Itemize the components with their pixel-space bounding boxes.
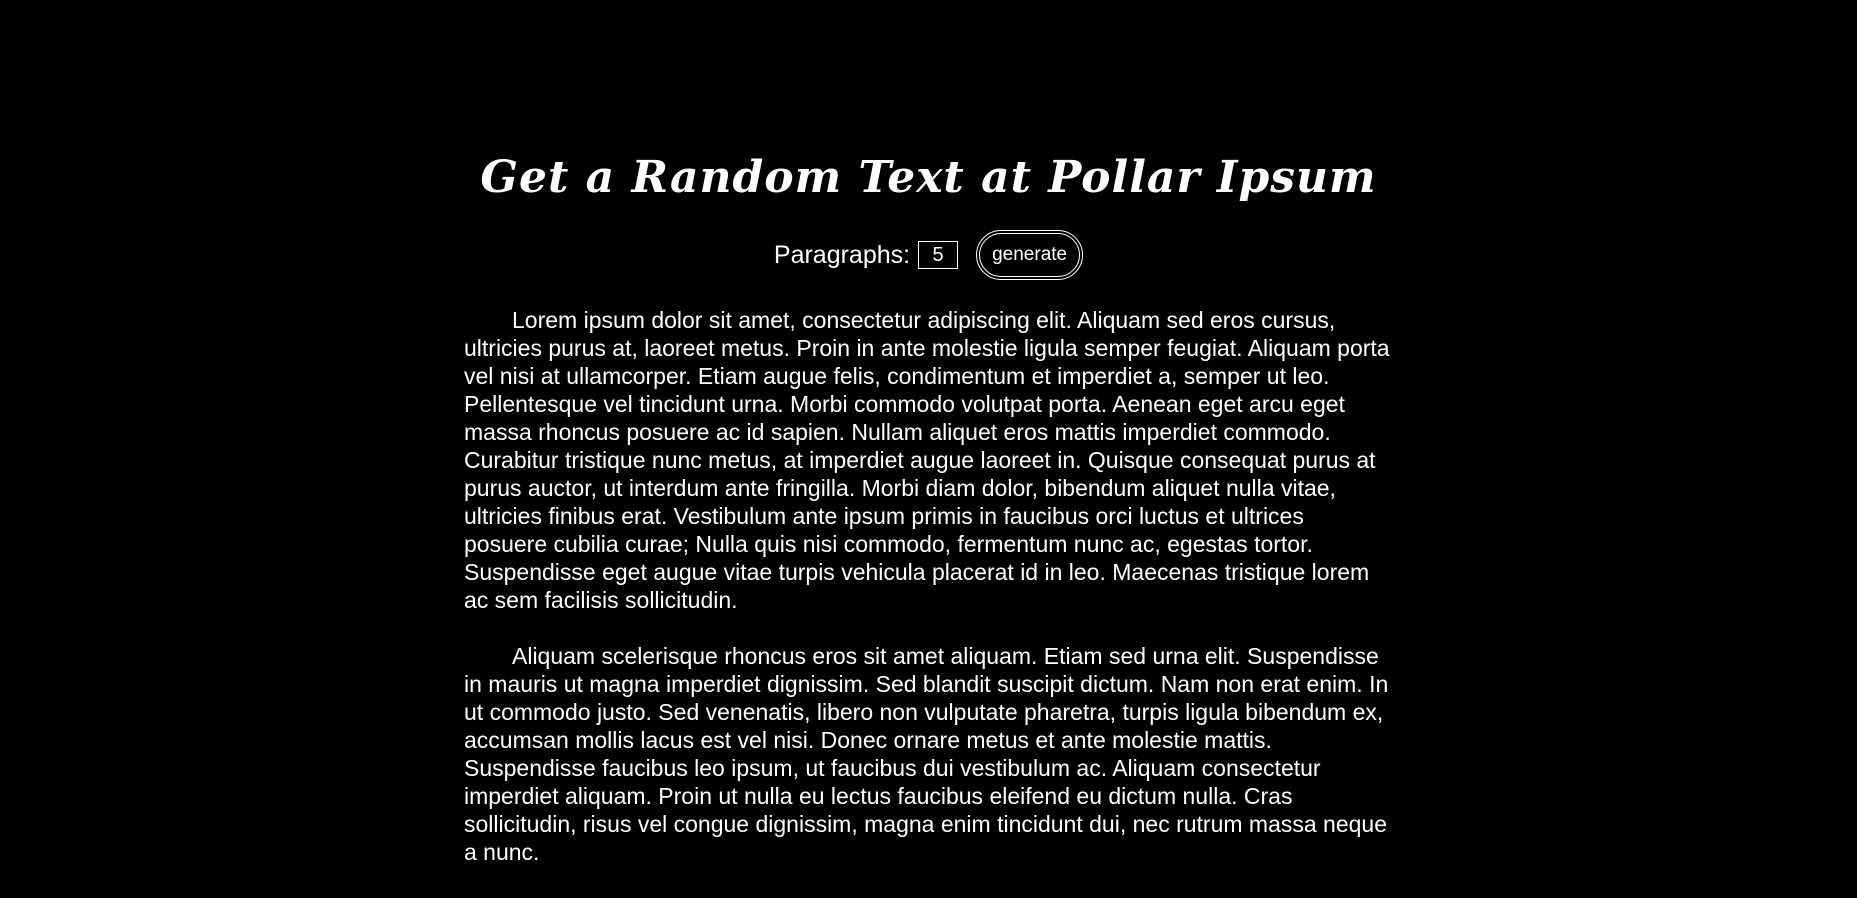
page: Get a Random Text at Pollar Ipsum Paragr… xyxy=(0,0,1857,898)
paragraph: Aliquam scelerisque rhoncus eros sit ame… xyxy=(464,643,1389,865)
generated-text: Lorem ipsum dolor sit amet, consectetur … xyxy=(464,306,1390,894)
paragraph: Lorem ipsum dolor sit amet, consectetur … xyxy=(464,307,1390,613)
paragraphs-label: Paragraphs: xyxy=(773,240,911,269)
generate-button[interactable]: generate xyxy=(976,230,1084,280)
paragraphs-input[interactable] xyxy=(918,241,959,269)
generator-controls: Paragraphs: generate xyxy=(0,230,1857,280)
page-title: Get a Random Text at Pollar Ipsum xyxy=(480,152,1377,203)
